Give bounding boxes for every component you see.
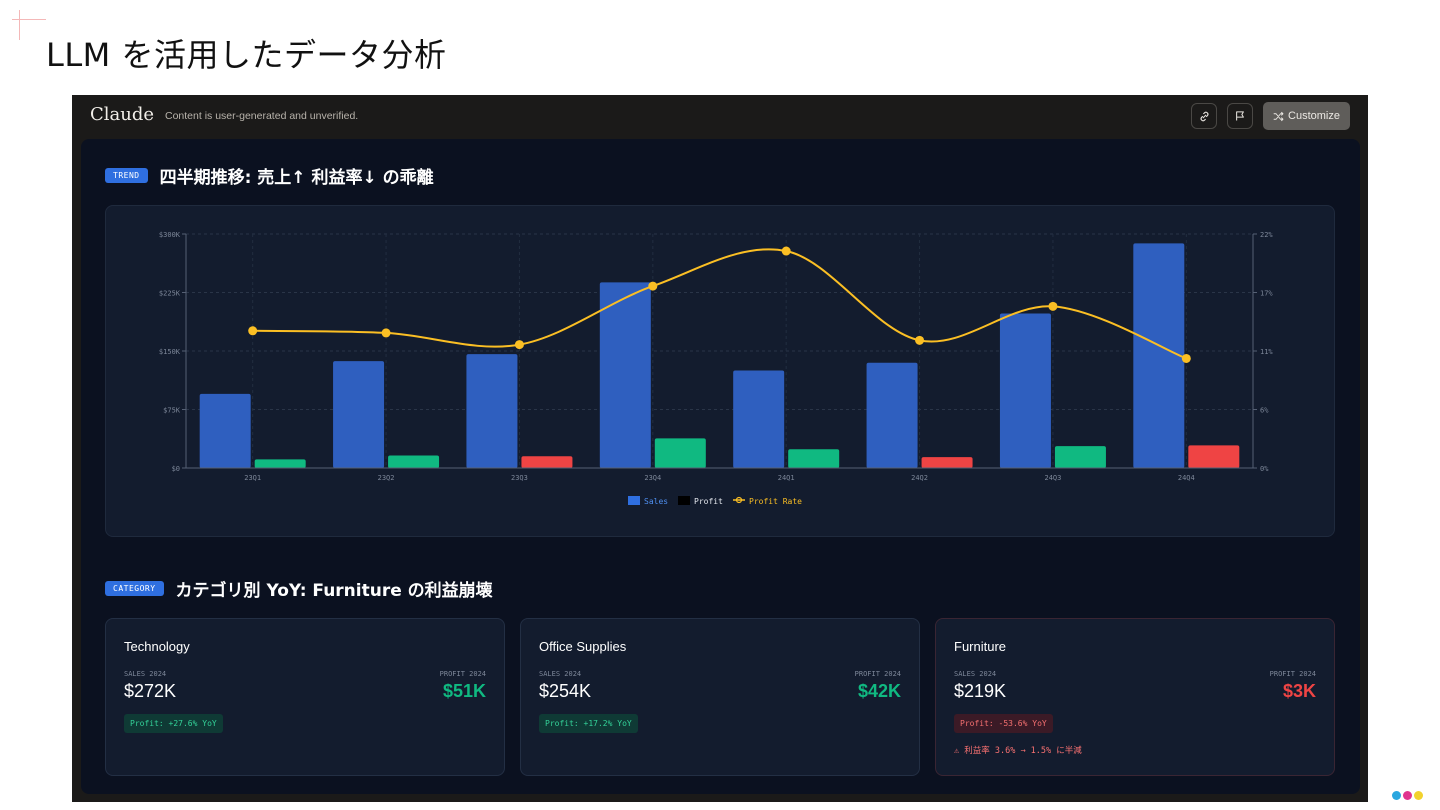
- artifact-window: Claude Content is user-generated and unv…: [72, 95, 1368, 802]
- legend-label-profit: Profit: [694, 497, 723, 506]
- bar-profit: [1188, 445, 1240, 468]
- profit-label: PROFIT 2024: [1269, 670, 1316, 678]
- bar-sales: [333, 361, 385, 468]
- yoy-badge: Profit: +17.2% YoY: [539, 714, 638, 733]
- legend-label-profit-rate: Profit Rate: [749, 497, 802, 506]
- brand-dots: [1392, 791, 1423, 800]
- category-header: CATEGORY カテゴリ別 YoY: Furniture の利益崩壊: [105, 576, 493, 601]
- y-right-tick-label: 6%: [1260, 407, 1269, 415]
- bar-sales: [599, 282, 651, 468]
- flag-icon: [1236, 111, 1244, 121]
- bar-sales: [1133, 243, 1185, 468]
- x-tick-label: 24Q3: [1045, 474, 1062, 482]
- y-right-tick-label: 0%: [1260, 465, 1269, 473]
- bar-sales: [866, 362, 918, 468]
- copy-link-button[interactable]: [1191, 103, 1217, 129]
- yoy-badge: Profit: -53.6% YoY: [954, 714, 1053, 733]
- sales-value: $219K: [954, 681, 1007, 701]
- crop-mark: [12, 19, 46, 20]
- point-profit-rate: [248, 326, 258, 336]
- category-name: Office Supplies: [539, 639, 627, 654]
- trend-title: 四半期推移: 売上↑ 利益率↓ の乖離: [159, 168, 434, 188]
- bar-profit: [654, 438, 706, 468]
- crop-mark: [19, 10, 20, 40]
- report-button[interactable]: [1227, 103, 1253, 129]
- link-icon: [1200, 111, 1208, 121]
- category-name: Furniture: [954, 639, 1007, 654]
- artifact-content: TREND 四半期推移: 売上↑ 利益率↓ の乖離 $0 $75K $150K $22…: [81, 139, 1360, 794]
- x-tick-label: 23Q3: [511, 474, 528, 482]
- sales-label: SALES 2024: [539, 670, 582, 678]
- profit-value: $42K: [857, 681, 901, 701]
- y-left-tick-label: $0: [172, 465, 180, 473]
- point-profit-rate: [781, 246, 791, 256]
- trend-chart: $0 $75K $150K $225K $300K 0% 6% 11% 17% 22% 23Q1 23…: [159, 231, 1274, 506]
- dot-blue: [1392, 791, 1401, 800]
- x-tick-label: 23Q1: [244, 474, 261, 482]
- x-tick-label: 24Q4: [1178, 474, 1195, 482]
- y-right-tick-label: 17%: [1260, 290, 1273, 298]
- category-name: Technology: [124, 639, 190, 654]
- bar-sales: [466, 354, 518, 468]
- profit-value: $51K: [442, 681, 486, 701]
- y-right-tick-label: 22%: [1260, 231, 1273, 239]
- slide-title: LLM を活用したデータ分析: [46, 36, 447, 74]
- sales-label: SALES 2024: [954, 670, 997, 678]
- bar-profit: [388, 455, 440, 468]
- y-left-tick-label: $300K: [159, 231, 181, 239]
- dot-magenta: [1403, 791, 1412, 800]
- x-tick-label: 23Q2: [378, 474, 395, 482]
- legend-label-sales: Sales: [644, 497, 668, 506]
- category-card-office-supplies: Office Supplies SALES 2024 PROFIT 2024 $…: [520, 618, 920, 776]
- y-left-tick-label: $225K: [159, 290, 181, 298]
- yoy-badge: Profit: +27.6% YoY: [124, 714, 223, 733]
- trend-chart-card: $0 $75K $150K $225K $300K 0% 6% 11% 17% 22% 23Q1 23…: [105, 205, 1335, 537]
- category-card-furniture: Furniture SALES 2024 PROFIT 2024 $219K $…: [935, 618, 1335, 776]
- profit-label: PROFIT 2024: [854, 670, 901, 678]
- legend-swatch-sales: [628, 496, 640, 505]
- sales-label: SALES 2024: [124, 670, 167, 678]
- bar-profit: [788, 449, 840, 468]
- category-tag: CATEGORY: [105, 581, 164, 596]
- trend-header: TREND 四半期推移: 売上↑ 利益率↓ の乖離: [105, 163, 434, 188]
- bar-sales: [733, 370, 785, 468]
- point-profit-rate: [648, 281, 658, 291]
- y-left-tick-label: $75K: [163, 407, 181, 415]
- shuffle-icon: [1273, 111, 1284, 121]
- bar-profit: [521, 456, 573, 468]
- category-card-technology: Technology SALES 2024 PROFIT 2024 $272K …: [105, 618, 505, 776]
- sales-value: $254K: [539, 681, 592, 701]
- profit-value: $3K: [1282, 681, 1316, 701]
- x-tick-label: 23Q4: [644, 474, 661, 482]
- sales-value: $272K: [124, 681, 177, 701]
- bar-profit: [254, 459, 306, 468]
- profit-label: PROFIT 2024: [439, 670, 486, 678]
- point-profit-rate: [915, 335, 925, 345]
- brand-logo: Claude: [90, 104, 155, 125]
- artifact-topbar: Claude Content is user-generated and unv…: [72, 95, 1368, 139]
- category-title: カテゴリ別 YoY: Furniture の利益崩壊: [175, 581, 493, 601]
- bar-profit: [1054, 446, 1106, 468]
- y-left-tick-label: $150K: [159, 348, 181, 356]
- bar-profit: [921, 457, 973, 468]
- disclaimer-text: Content is user-generated and unverified…: [165, 110, 359, 122]
- legend-swatch-profit: [678, 496, 690, 505]
- trend-tag: TREND: [105, 168, 148, 183]
- dot-yellow: [1414, 791, 1423, 800]
- warning-note: ⚠ 利益率 3.6% → 1.5% に半減: [954, 746, 1082, 756]
- point-profit-rate: [1181, 353, 1191, 363]
- bar-sales: [999, 313, 1051, 468]
- point-profit-rate: [1048, 301, 1058, 311]
- x-tick-label: 24Q2: [911, 474, 928, 482]
- point-profit-rate: [381, 328, 391, 338]
- y-right-tick-label: 11%: [1260, 348, 1273, 356]
- x-tick-label: 24Q1: [778, 474, 795, 482]
- bar-sales: [199, 393, 251, 468]
- point-profit-rate: [514, 340, 524, 350]
- customize-label: Customize: [1288, 110, 1340, 122]
- customize-button[interactable]: Customize: [1263, 102, 1350, 130]
